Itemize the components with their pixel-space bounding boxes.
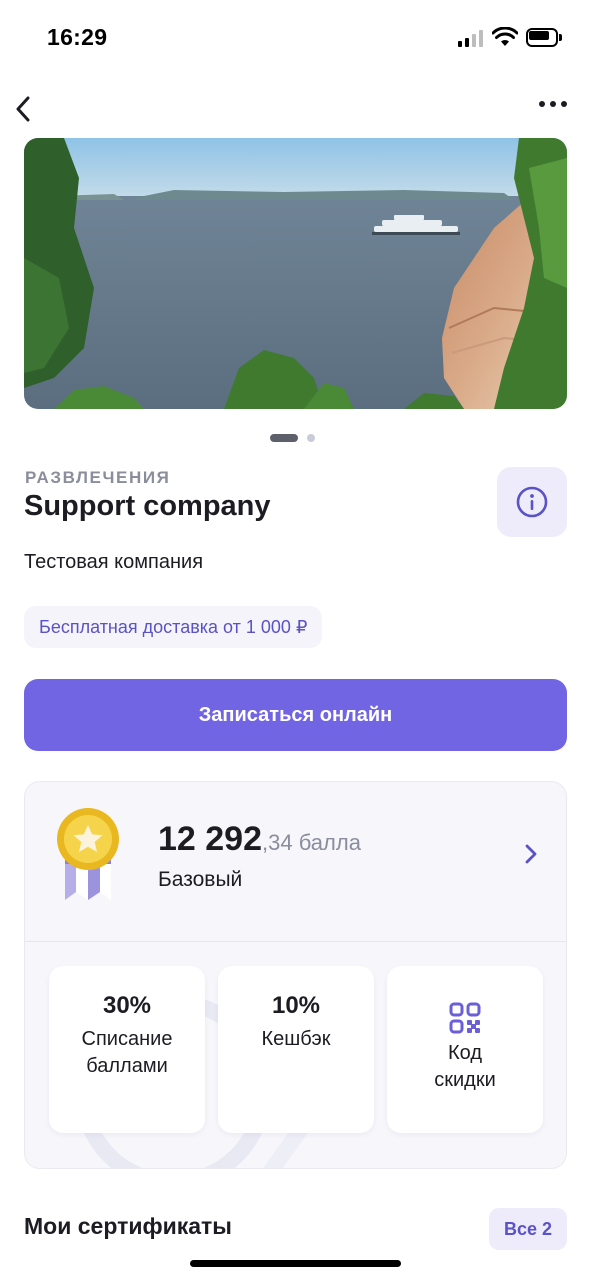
company-name: Support company (24, 490, 271, 522)
back-button[interactable] (6, 92, 40, 126)
tile-cashback[interactable]: 10% Кешбэк (218, 966, 374, 1133)
status-bar: 16:29 (0, 0, 591, 76)
loyalty-level: Базовый (158, 868, 243, 891)
company-category: РАЗВЛЕЧЕНИЯ (25, 468, 171, 487)
chevron-right-icon (525, 844, 537, 864)
loyalty-card: 12 292,34 балла Базовый 30% Списание бал… (24, 781, 567, 1169)
carousel-pagination (0, 433, 591, 443)
status-time: 16:29 (47, 24, 108, 50)
tile-value: 10% (271, 992, 321, 1019)
river-landscape-image (24, 138, 567, 409)
tile-value: 30% (102, 992, 152, 1019)
more-dots-icon (539, 101, 545, 107)
qr-code-icon (449, 1002, 481, 1034)
wifi-icon (492, 27, 518, 46)
delivery-badge: Бесплатная доставка от 1 000 ₽ (24, 606, 323, 648)
tile-label: Код скидки (434, 1042, 496, 1091)
tile-label: Кешбэк (261, 1028, 331, 1050)
tile-label: Списание баллами (81, 1028, 173, 1077)
carousel-dot-active[interactable] (270, 434, 298, 442)
info-icon (516, 486, 548, 518)
points-fraction: ,34 балла (262, 830, 361, 855)
screen: 16:29 РАЗВЛЕЧЕНИЯ Support company Тестов… (0, 0, 591, 1280)
certificates-title: Мои сертификаты (24, 1213, 232, 1239)
all-certificates-button[interactable]: Все 2 (489, 1208, 567, 1250)
chevron-left-icon (16, 96, 30, 122)
tile-points-writeoff[interactable]: 30% Списание баллами (49, 966, 205, 1133)
points-integer: 12 292 (158, 820, 262, 858)
tile-discount-code[interactable]: Код скидки (387, 966, 543, 1133)
info-button[interactable] (497, 467, 567, 537)
battery-icon (526, 28, 562, 47)
loyalty-divider (25, 941, 566, 942)
cellular-signal-icon (458, 30, 484, 47)
company-photo[interactable] (24, 138, 567, 409)
carousel-dot[interactable] (307, 434, 315, 442)
book-online-button[interactable]: Записаться онлайн (24, 679, 567, 751)
medal-icon (57, 808, 119, 900)
home-indicator[interactable] (190, 1260, 401, 1267)
company-subtitle: Тестовая компания (24, 551, 204, 573)
loyalty-summary[interactable]: 12 292,34 балла Базовый (25, 782, 566, 942)
points-balance: 12 292,34 балла (158, 820, 361, 859)
more-button[interactable] (532, 92, 574, 116)
